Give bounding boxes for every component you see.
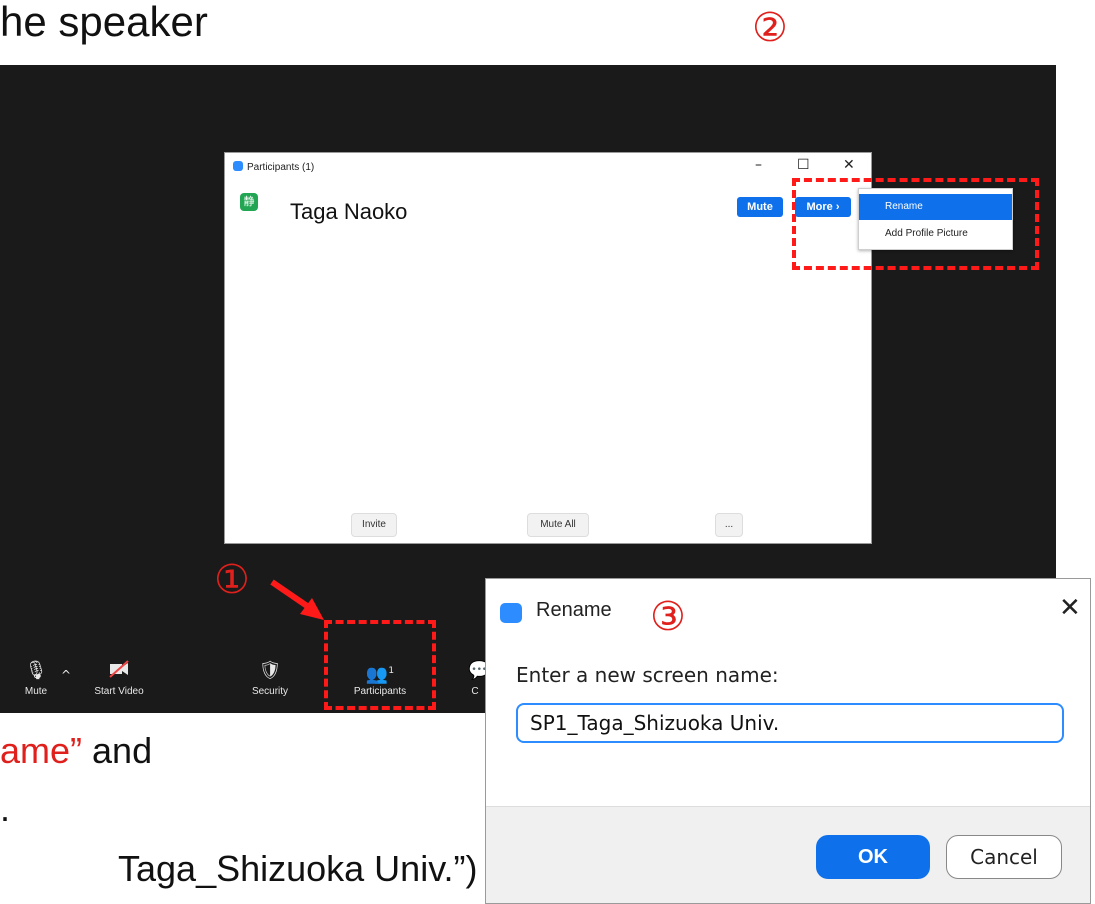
slide-heading: he speaker [0,0,208,45]
chat-icon: 💬 [468,660,491,681]
slide-text-line-2: . [0,788,11,829]
slide-text-line-3: Taga_Shizuoka Univ.”) [118,848,478,889]
shield-icon: 🛡 [258,660,282,681]
highlight-box-participants [324,620,436,710]
participant-avatar: 静 [240,193,258,211]
cancel-button[interactable]: Cancel [946,835,1062,879]
zoom-logo-icon [233,161,243,171]
close-icon[interactable]: ✕ [1059,593,1081,623]
rename-dialog: Rename ③ ✕ Enter a new screen name: SP1_… [485,578,1091,904]
participant-mute-button[interactable]: Mute [737,197,783,217]
microphone-icon: 🎙 [24,660,48,681]
screen-name-label: Enter a new screen name: [516,663,779,687]
participants-window: Participants (1) – ☐ ✕ 静 Taga Naoko Mute… [224,152,872,544]
step-2-marker: ② [752,5,788,51]
toolbar-mute[interactable]: 🎙 Mute [14,660,58,710]
close-button[interactable]: ✕ [843,157,855,173]
mute-options-caret[interactable]: ^ [58,664,74,714]
screen-name-input[interactable]: SP1_Taga_Shizuoka Univ. [516,703,1064,743]
slide-text-line-1: ame” and [0,730,153,771]
chevron-up-icon: ^ [60,668,72,682]
participant-name: Taga Naoko [290,199,408,224]
toolbar-chat[interactable]: 💬 C [468,660,491,710]
minimize-button[interactable]: – [755,157,762,173]
mute-all-button[interactable]: Mute All [527,513,589,537]
step-3-marker: ③ [650,594,686,640]
ok-button[interactable]: OK [816,835,930,879]
toolbar-start-video[interactable]: Start Video [88,660,150,710]
invite-button[interactable]: Invite [351,513,397,537]
zoom-logo-icon [500,603,522,623]
rename-dialog-title: Rename [536,599,612,621]
participants-window-title: Participants (1) [233,161,314,173]
highlight-box-more-menu [792,178,1039,270]
toolbar-security[interactable]: 🛡 Security [250,660,290,710]
maximize-button[interactable]: ☐ [797,157,810,173]
step-1-marker: ① [214,557,250,603]
more-options-button[interactable]: ... [715,513,743,537]
video-off-icon [88,660,150,686]
